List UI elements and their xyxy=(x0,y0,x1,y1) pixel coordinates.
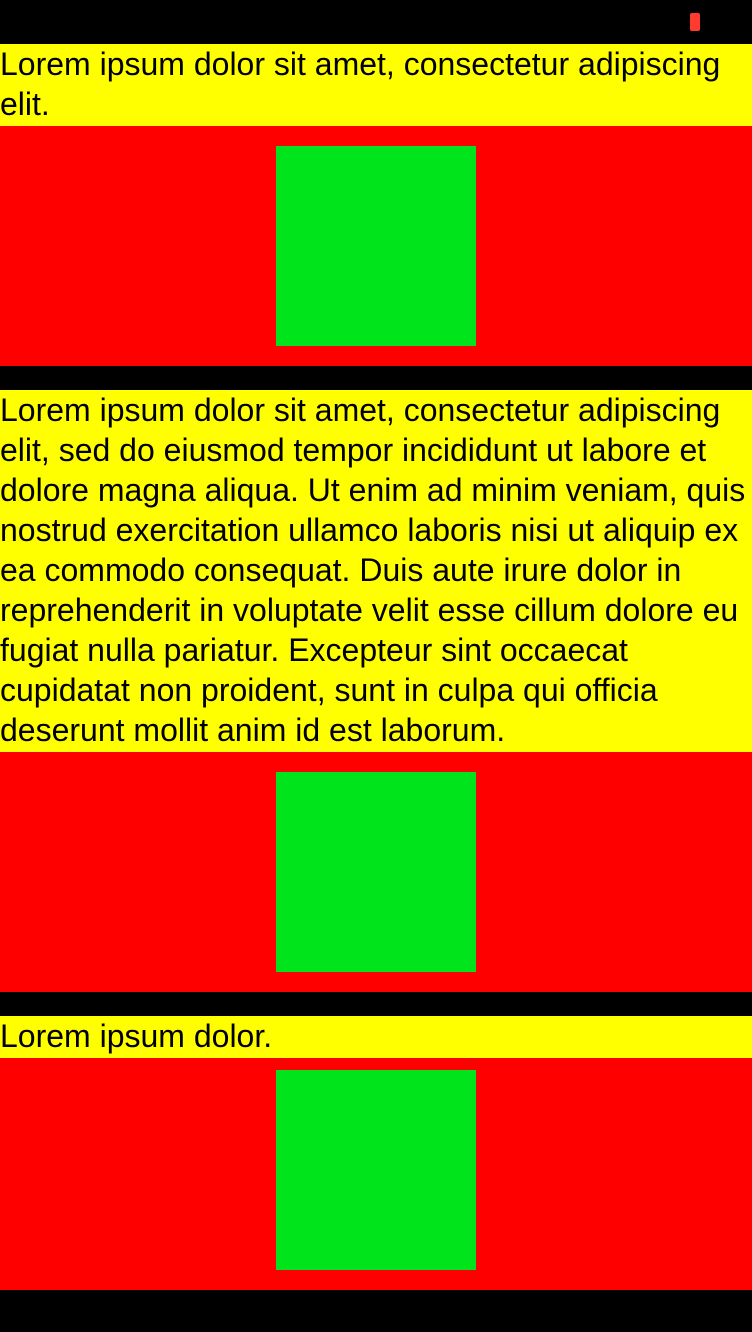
status-bar xyxy=(0,0,752,44)
list-item: Lorem ipsum dolor sit amet, consectetur … xyxy=(0,390,752,992)
cell-image-placeholder xyxy=(276,146,476,346)
list-item: Lorem ipsum dolor sit amet, consectetur … xyxy=(0,44,752,366)
cell-image-container xyxy=(0,126,752,366)
battery-icon xyxy=(690,13,700,31)
cell-image-container xyxy=(0,1058,752,1290)
cell-text: Lorem ipsum dolor sit amet, consectetur … xyxy=(0,44,752,126)
list-item: Lorem ipsum dolor. xyxy=(0,1016,752,1290)
cell-image-placeholder xyxy=(276,772,476,972)
cell-text: Lorem ipsum dolor. xyxy=(0,1016,752,1058)
page-root: Lorem ipsum dolor sit amet, consectetur … xyxy=(0,0,752,1290)
cell-image-placeholder xyxy=(276,1070,476,1270)
cell-image-container xyxy=(0,752,752,992)
cell-text: Lorem ipsum dolor sit amet, consectetur … xyxy=(0,390,752,752)
